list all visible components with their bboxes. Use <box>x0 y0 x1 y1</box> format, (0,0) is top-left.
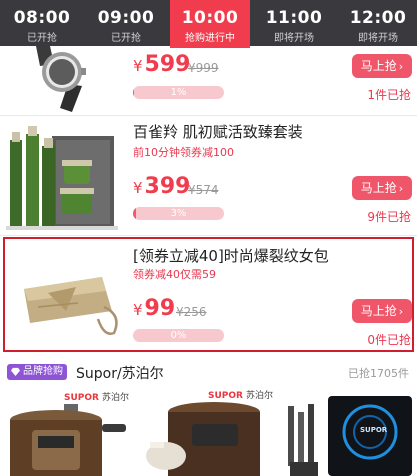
skincare-set-image <box>6 126 118 230</box>
brand-section-header[interactable]: 品牌抢购 Supor/苏泊尔 已抢1705件 <box>0 356 417 386</box>
price: ¥599 <box>133 52 190 77</box>
brand-flash-badge: 品牌抢购 <box>7 364 67 380</box>
original-price: ¥999 <box>188 61 219 75</box>
price: ¥399 <box>133 174 190 199</box>
buy-now-button[interactable]: 马上抢 › <box>352 176 412 200</box>
brand-sold-count: 已抢1705件 <box>348 367 409 380</box>
buy-label: 马上抢 <box>360 181 397 195</box>
divider <box>0 235 417 236</box>
tab-time: 10:00 <box>181 8 239 28</box>
time-tab-bar: 08:00 已开抢 09:00 已开抢 10:00 抢购进行中 11:00 即将… <box>0 0 417 48</box>
product-card-skincare[interactable]: 百雀羚 肌初赋活致臻套装 前10分钟领券减100 ¥399 ¥574 3% 马上… <box>0 116 417 234</box>
currency-symbol: ¥ <box>133 57 143 75</box>
tab-time: 08:00 <box>13 8 71 28</box>
tab-1100[interactable]: 11:00 即将开场 <box>254 0 334 46</box>
product-card-watch[interactable]: ¥599 ¥999 1% 马上抢 › 1件已抢 <box>0 46 417 115</box>
brand-name: Supor/苏泊尔 <box>76 366 164 382</box>
badge-label: 品牌抢购 <box>23 366 63 377</box>
tab-1000-active[interactable]: 10:00 抢购进行中 <box>170 0 250 48</box>
tab-status: 即将开场 <box>274 33 314 44</box>
tab-time: 12:00 <box>349 8 407 28</box>
progress-label: 1% <box>170 87 187 98</box>
tab-time: 09:00 <box>97 8 155 28</box>
price-value: 399 <box>144 174 191 199</box>
diamond-icon <box>11 367 20 376</box>
tab-1200[interactable]: 12:00 即将开场 <box>338 0 417 46</box>
tab-status: 抢购进行中 <box>185 33 235 44</box>
sales-progress-bar: 3% <box>133 207 224 220</box>
product-title: 百雀羚 肌初赋活致臻套装 <box>133 123 303 141</box>
sold-count: 9件已抢 <box>367 210 411 224</box>
chevron-right-icon: › <box>398 182 404 195</box>
tab-0800[interactable]: 08:00 已开抢 <box>2 0 82 46</box>
supor-logo: SUPOR 苏泊尔 <box>208 391 273 401</box>
buy-label: 马上抢 <box>360 59 397 73</box>
buy-now-button[interactable]: 马上抢 › <box>352 54 412 78</box>
coupon-note: 前10分钟领券减100 <box>133 146 234 159</box>
watch-image <box>36 46 86 112</box>
rice-cooker-image <box>146 402 260 476</box>
brand-product-induction-cooker[interactable]: SUPOR <box>284 388 417 476</box>
tab-0900[interactable]: 09:00 已开抢 <box>86 0 166 46</box>
price-value: 599 <box>144 52 191 77</box>
chevron-right-icon: › <box>398 60 404 73</box>
highlight-frame <box>3 237 414 352</box>
tab-status: 已开抢 <box>27 33 57 44</box>
tab-status: 已开抢 <box>111 33 141 44</box>
sold-count: 1件已抢 <box>367 88 411 102</box>
supor-logo: SUPOR <box>360 426 388 434</box>
original-price: ¥574 <box>188 183 219 197</box>
brand-product-rice-cooker[interactable]: SUPOR 苏泊尔 <box>142 388 278 476</box>
progress-label: 3% <box>170 208 187 219</box>
knife-set-image <box>288 404 318 476</box>
pressure-cooker-image <box>10 404 126 476</box>
tab-time: 11:00 <box>265 8 323 28</box>
sales-progress-bar: 1% <box>133 86 224 99</box>
currency-symbol: ¥ <box>133 179 143 197</box>
tab-status: 即将开场 <box>358 33 398 44</box>
brand-product-pressure-cooker[interactable]: SUPOR 苏泊尔 <box>0 388 136 476</box>
induction-cooker-image <box>328 396 412 476</box>
